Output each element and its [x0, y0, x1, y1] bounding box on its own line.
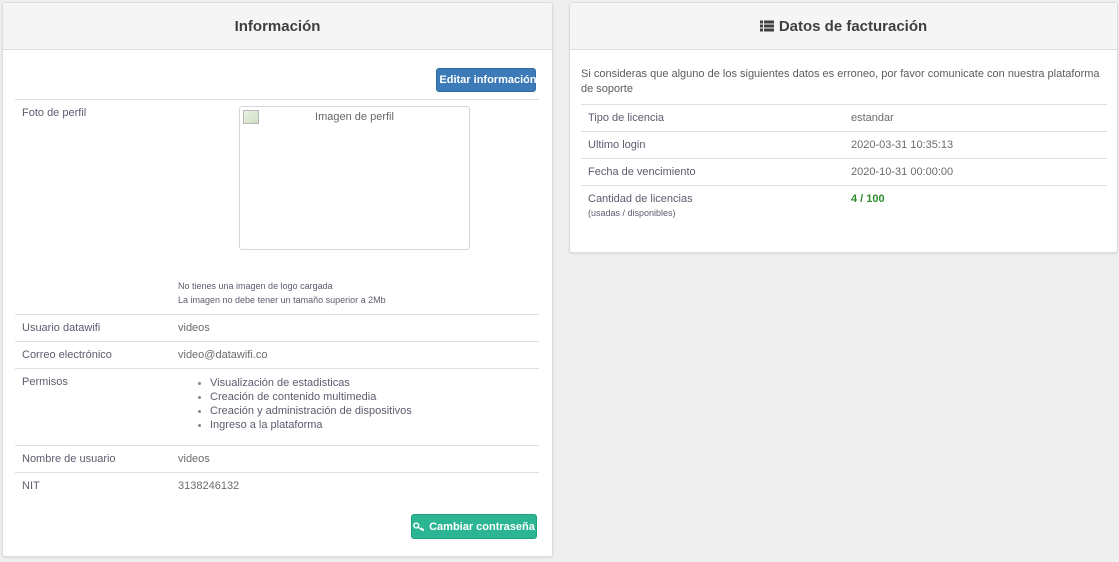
cantidad-licencias-value: 4 / 100: [851, 193, 885, 205]
change-password-button[interactable]: Cambiar contraseña: [411, 514, 537, 539]
permissions-list: Visualización de estadisticas Creación d…: [198, 376, 412, 432]
permisos-label: Permisos: [22, 376, 68, 388]
edit-info-button[interactable]: Editar información: [436, 68, 537, 92]
profile-note-size: La imagen no debe tener un tamaño superi…: [178, 295, 386, 305]
cantidad-licencias-sublabel: (usadas / disponibles): [588, 208, 676, 218]
nombre-value: videos: [178, 453, 210, 465]
nit-label: NIT: [22, 480, 40, 492]
correo-value: video@datawifi.co: [178, 349, 268, 361]
nit-value: 3138246132: [178, 480, 240, 492]
correo-label: Correo electrónico: [22, 349, 112, 361]
billing-panel: Datos de facturación Si consideras que a…: [569, 2, 1118, 253]
permission-item: Creación de contenido multimedia: [198, 390, 412, 404]
permission-item: Ingreso a la plataforma: [198, 418, 412, 432]
billing-panel-title: Datos de facturación: [778, 17, 928, 35]
key-icon: [413, 521, 425, 531]
info-panel-header: Información: [3, 3, 552, 50]
row-nombre: Nombre de usuario videos: [15, 445, 539, 472]
cantidad-licencias-label: Cantidad de licencias: [588, 193, 693, 205]
row-ultimo-login: Ultimo login 2020-03-31 10:35:13: [581, 131, 1107, 158]
billing-intro-text: Si consideras que alguno de los siguient…: [581, 68, 1100, 95]
profile-row: Foto de perfil Imagen de perfil No tiene…: [15, 99, 539, 314]
ultimo-login-value: 2020-03-31 10:35:13: [851, 139, 954, 151]
billing-panel-header: Datos de facturación: [570, 3, 1117, 50]
row-vencimiento: Fecha de vencimiento 2020-10-31 00:00:00: [581, 158, 1107, 185]
vencimiento-value: 2020-10-31 00:00:00: [851, 166, 954, 178]
profile-image-alt: Imagen de perfil: [315, 111, 394, 123]
row-permisos: Permisos Visualización de estadisticas C…: [15, 368, 539, 445]
permission-item: Creación y administración de dispositivo…: [198, 405, 412, 417]
row-correo: Correo electrónico video@datawifi.co: [15, 341, 539, 368]
vencimiento-label: Fecha de vencimiento: [588, 166, 696, 178]
list-icon: [759, 20, 774, 32]
row-nit: NIT 3138246132: [15, 472, 539, 499]
info-panel: Información Editar información Foto de p…: [2, 2, 553, 557]
edit-info-label: Editar información: [439, 74, 537, 86]
nombre-label: Nombre de usuario: [22, 453, 116, 465]
ultimo-login-label: Ultimo login: [588, 139, 646, 151]
permission-item: Visualización de estadisticas: [198, 376, 412, 390]
change-password-label: Cambiar contraseña: [429, 520, 535, 533]
profile-image-box[interactable]: Imagen de perfil: [239, 106, 470, 250]
info-panel-title: Información: [234, 17, 321, 35]
tipo-licencia-value: estandar: [851, 112, 894, 124]
profile-note-missing: No tienes una imagen de logo cargada: [178, 281, 333, 291]
profile-label: Foto de perfil: [22, 107, 87, 119]
row-cantidad-licencias: Cantidad de licencias (usadas / disponib…: [581, 185, 1107, 225]
usuario-label: Usuario datawifi: [22, 322, 101, 334]
row-usuario: Usuario datawifi videos: [15, 314, 539, 341]
usuario-value: videos: [178, 322, 210, 334]
row-tipo-licencia: Tipo de licencia estandar: [581, 104, 1107, 131]
tipo-licencia-label: Tipo de licencia: [588, 112, 665, 124]
